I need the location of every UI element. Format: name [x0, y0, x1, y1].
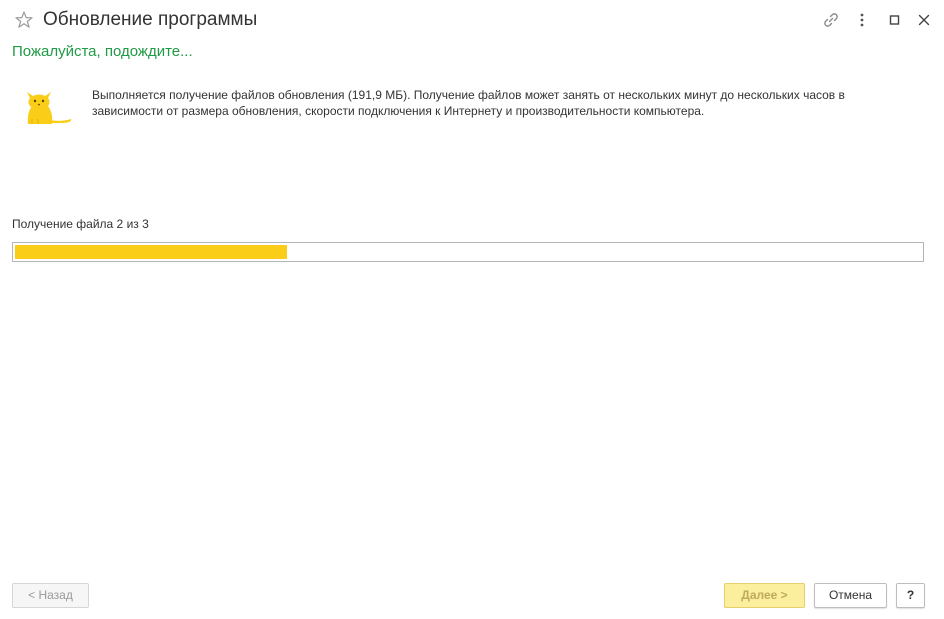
- wait-subtitle: Пожалуйста, подождите...: [12, 43, 193, 60]
- title-bar: Обновление программы: [0, 0, 944, 40]
- close-icon[interactable]: [914, 10, 934, 30]
- next-button[interactable]: Далее >: [724, 583, 805, 608]
- back-button[interactable]: < Назад: [12, 583, 89, 608]
- update-dialog: Обновление программы Пожалуйста, подожди…: [0, 0, 944, 619]
- star-outline-icon[interactable]: [14, 10, 34, 30]
- progress-fill: [15, 245, 287, 259]
- cat-icon: [20, 86, 74, 126]
- link-icon[interactable]: [821, 10, 841, 30]
- window-title: Обновление программы: [43, 9, 258, 30]
- progress-bar: [12, 242, 924, 262]
- more-vertical-icon[interactable]: [852, 10, 872, 30]
- help-button[interactable]: ?: [896, 583, 925, 608]
- update-message: Выполняется получение файлов обновления …: [92, 88, 845, 118]
- cancel-button[interactable]: Отмена: [814, 583, 887, 608]
- maximize-icon[interactable]: [885, 10, 905, 30]
- progress-label: Получение файла 2 из 3: [12, 217, 149, 231]
